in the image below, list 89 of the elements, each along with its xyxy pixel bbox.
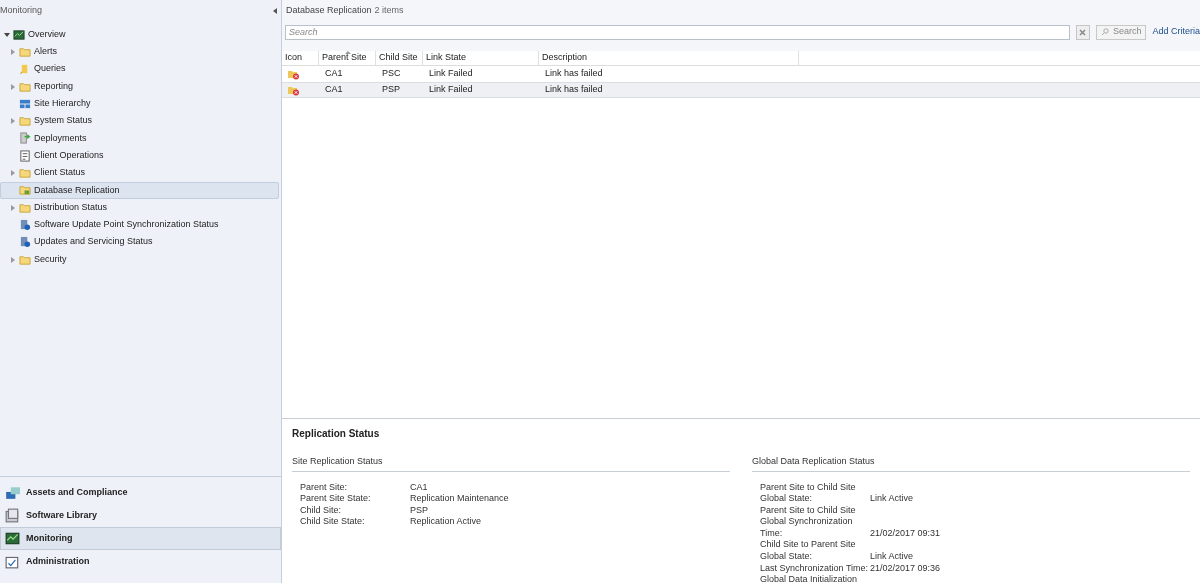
field-value: Link Active — [870, 551, 915, 563]
table-cell-text: CA1 — [324, 83, 344, 97]
folder-icon — [19, 80, 31, 93]
table-cell-text: Link has failed — [544, 67, 604, 81]
tree-item[interactable]: Client Operations — [34, 148, 104, 163]
field-label: Last Synchronization Time: — [760, 562, 870, 575]
field-label: Parent Site: — [300, 481, 349, 494]
folder-error-icon — [288, 84, 300, 96]
folder-icon — [19, 253, 31, 266]
table-cell-text: Link has failed — [544, 83, 604, 97]
folder-icon — [19, 115, 31, 128]
column-header[interactable]: Link State — [423, 51, 539, 65]
collapsed-arrow-icon[interactable] — [10, 118, 15, 125]
column-header[interactable]: Parent Site — [319, 51, 376, 65]
tree-item[interactable]: Security — [34, 252, 67, 267]
field-value: PSP — [410, 504, 429, 517]
section-title: Site Replication Status — [292, 455, 730, 472]
field-label: Child Site State: — [300, 516, 366, 528]
table-cell-text: Link Failed — [428, 83, 474, 97]
field-value: Link Active — [870, 493, 915, 505]
field-label: Global Data Initialization — [760, 574, 859, 583]
field-value: 21/02/2017 09:36 — [870, 562, 942, 575]
tree-item-label: Database Replication — [34, 183, 120, 197]
folder-icon — [19, 184, 31, 197]
column-header[interactable]: Icon — [282, 51, 319, 65]
column-header[interactable]: Description — [539, 51, 799, 65]
collapse-icon[interactable] — [273, 8, 277, 14]
table-row[interactable]: CA1 PSP Link Failed Link has failed — [282, 82, 1200, 98]
add-criteria-button[interactable]: Add Criteria — [1152, 25, 1200, 39]
workspace-button[interactable]: Assets and Compliance — [0, 481, 281, 504]
workspace-button[interactable]: Administration — [0, 550, 281, 573]
server-info-icon — [19, 218, 31, 231]
tree-item[interactable]: Reporting — [34, 79, 74, 94]
table-cell-text: PSP — [381, 83, 401, 97]
deployment-icon — [19, 132, 31, 145]
clear-button[interactable] — [1075, 24, 1090, 40]
books-icon — [5, 508, 20, 523]
field-label: Parent Site to Child Site Global State: — [760, 481, 857, 505]
monitor-icon — [5, 531, 20, 546]
workspace-button[interactable]: Software Library — [0, 504, 281, 527]
selected-tree-item[interactable]: Database Replication — [0, 181, 279, 199]
tree-item[interactable]: Deployments — [34, 131, 87, 146]
table-cell-text: PSC — [381, 67, 402, 81]
item-count: 2 items — [374, 4, 404, 18]
table-cell-text: Link Failed — [428, 67, 474, 81]
folder-icon — [19, 201, 31, 214]
list-title: Database Replication — [286, 4, 372, 18]
pane-title: Monitoring — [0, 4, 43, 18]
expanded-arrow-icon[interactable] — [3, 32, 10, 37]
field-label: Child Site to Parent Site Global State: — [760, 539, 857, 563]
hierarchy-icon — [19, 97, 31, 110]
collapsed-arrow-icon[interactable] — [10, 170, 15, 176]
column-header[interactable]: Child Site — [376, 51, 423, 65]
server-info-icon — [19, 236, 31, 249]
folder-icon — [19, 45, 31, 58]
tree-item[interactable]: Distribution Status — [34, 200, 108, 215]
workspace-button[interactable]: Monitoring — [0, 527, 281, 550]
field-label: Parent Site State: — [300, 493, 372, 505]
computers-icon — [5, 485, 20, 500]
checklist-icon — [5, 554, 20, 569]
folder-icon — [19, 167, 31, 179]
collapsed-arrow-icon[interactable] — [10, 48, 15, 55]
tree-item[interactable]: Overview — [28, 27, 66, 42]
field-value: CA1 — [410, 481, 429, 494]
folder-error-icon — [288, 68, 300, 80]
search-field[interactable]: Search — [285, 24, 1070, 40]
sort-arrow-icon — [345, 51, 351, 54]
clipboard-icon — [19, 149, 31, 162]
details-title: Replication Status — [292, 427, 381, 441]
tree-item[interactable]: Site Hierarchy — [34, 97, 91, 111]
tree-item[interactable]: System Status — [34, 114, 93, 128]
tree-item[interactable]: Client Status — [34, 166, 86, 180]
field-value: Replication Maintenance — [410, 493, 510, 505]
tree-item[interactable]: Updates and Servicing Status — [34, 235, 153, 249]
search-icon — [1100, 28, 1109, 36]
section-title: Global Data Replication Status — [752, 455, 1190, 472]
monitor-icon — [13, 28, 25, 41]
collapsed-arrow-icon[interactable] — [10, 83, 15, 90]
field-value: Replication Active — [410, 516, 483, 528]
table-cell-text: CA1 — [324, 67, 344, 81]
field-label: Parent Site to Child Site Global Synchronization Time: — [760, 504, 857, 540]
tree-item[interactable]: Alerts — [34, 45, 57, 59]
tree-item[interactable]: Software Update Point Synchronization Status — [34, 218, 219, 232]
collapsed-arrow-icon[interactable] — [10, 256, 15, 263]
collapsed-arrow-icon[interactable] — [10, 204, 15, 211]
close-icon — [1079, 28, 1087, 36]
field-value: 21/02/2017 09:31 — [870, 527, 942, 540]
field-label: Child Site: — [300, 504, 343, 517]
tree-item[interactable]: Queries — [34, 62, 66, 76]
